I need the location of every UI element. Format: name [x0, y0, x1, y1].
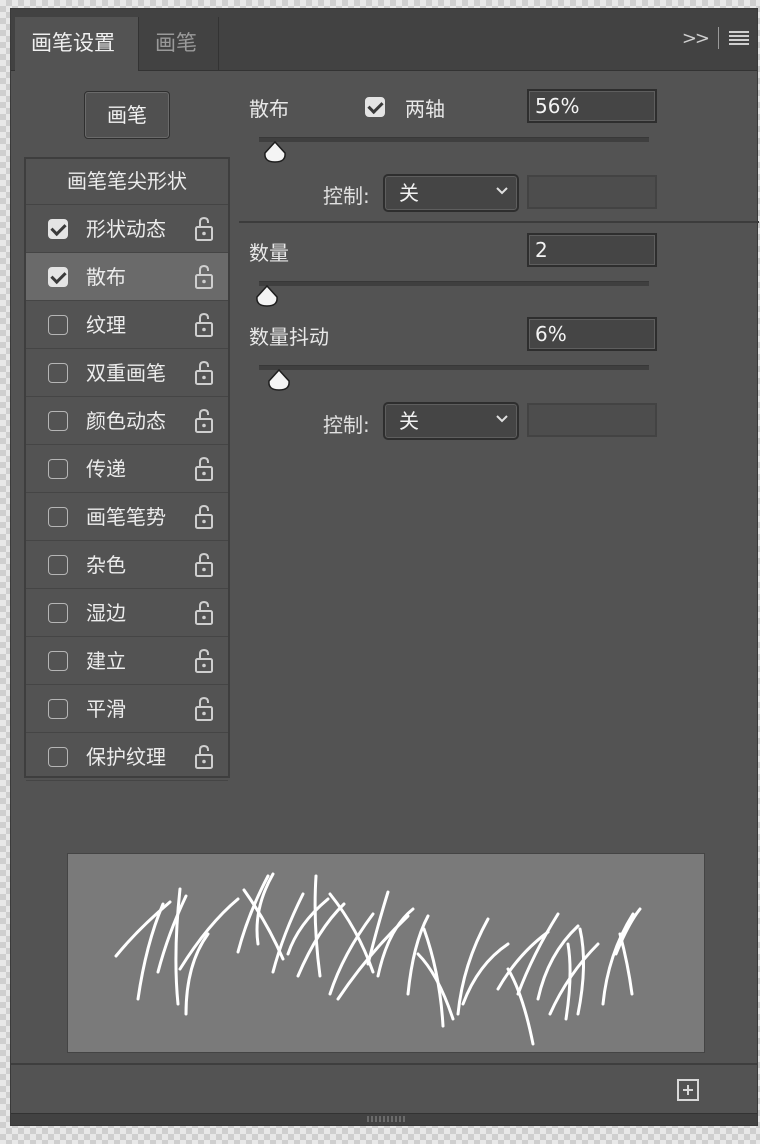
- unlock-icon[interactable]: [194, 504, 214, 530]
- both-axes-label: 两轴: [405, 97, 445, 121]
- item-label: 保护纹理: [86, 745, 166, 769]
- unlock-icon[interactable]: [194, 552, 214, 578]
- unlock-icon[interactable]: [194, 408, 214, 434]
- unlock-icon[interactable]: [194, 744, 214, 770]
- count-slider-thumb[interactable]: [255, 285, 279, 307]
- separator: [718, 27, 719, 49]
- collapse-panel-icon[interactable]: >>: [682, 28, 710, 49]
- item-checkbox[interactable]: [48, 459, 68, 479]
- item-checkbox[interactable]: [48, 747, 68, 767]
- list-item[interactable]: 平滑: [26, 685, 228, 733]
- item-checkbox[interactable]: [48, 411, 68, 431]
- scatter-control-dropdown[interactable]: 关: [383, 174, 519, 212]
- scatter-control-label: 控制:: [323, 184, 370, 208]
- scatter-value-field[interactable]: 56%: [527, 89, 657, 123]
- item-checkbox[interactable]: [48, 315, 68, 335]
- tab-brushes[interactable]: 画笔: [139, 17, 219, 71]
- list-item[interactable]: 双重画笔: [26, 349, 228, 397]
- item-label: 平滑: [86, 697, 126, 721]
- unlock-icon[interactable]: [194, 648, 214, 674]
- count-value-field[interactable]: 2: [527, 233, 657, 267]
- brush-options-list: 画笔笔尖形状 形状动态散布纹理双重画笔颜色动态传递画笔笔势杂色湿边建立平滑保护纹…: [24, 157, 230, 781]
- scatter-control-field: [527, 175, 657, 209]
- brush-tip-shape-item[interactable]: 画笔笔尖形状: [26, 159, 228, 205]
- item-label: 传递: [86, 457, 126, 481]
- count-label: 数量: [249, 241, 289, 265]
- unlock-icon[interactable]: [194, 312, 214, 338]
- resize-grip-icon[interactable]: [367, 1116, 407, 1122]
- item-label: 纹理: [86, 313, 126, 337]
- count-jitter-control-dropdown[interactable]: 关: [383, 402, 519, 440]
- unlock-icon[interactable]: [194, 600, 214, 626]
- panel-footer: [11, 1063, 757, 1115]
- unlock-icon[interactable]: [194, 360, 214, 386]
- list-item[interactable]: 形状动态: [26, 205, 228, 253]
- unlock-icon[interactable]: [194, 264, 214, 290]
- scatter-slider-thumb[interactable]: [263, 141, 287, 163]
- count-jitter-control-value: 关: [399, 409, 419, 433]
- item-label: 湿边: [86, 601, 126, 625]
- item-checkbox[interactable]: [48, 651, 68, 671]
- tab-brush-settings[interactable]: 画笔设置: [15, 17, 139, 71]
- resize-strip[interactable]: [11, 1113, 757, 1125]
- list-item[interactable]: 杂色: [26, 541, 228, 589]
- brush-stroke-preview: [67, 853, 705, 1053]
- item-checkbox[interactable]: [48, 603, 68, 623]
- count-jitter-value-field[interactable]: 6%: [527, 317, 657, 351]
- item-label: 建立: [86, 649, 126, 673]
- item-label: 形状动态: [86, 217, 166, 241]
- panel-actions: >>: [682, 27, 749, 49]
- item-checkbox[interactable]: [48, 507, 68, 527]
- unlock-icon[interactable]: [194, 456, 214, 482]
- item-label: 散布: [86, 265, 126, 289]
- list-item[interactable]: 建立: [26, 637, 228, 685]
- count-jitter-control-label: 控制:: [323, 413, 370, 437]
- list-item[interactable]: 颜色动态: [26, 397, 228, 445]
- item-checkbox[interactable]: [48, 219, 68, 239]
- both-axes-checkbox[interactable]: [365, 97, 385, 117]
- brush-settings-panel: 画笔设置 画笔 >> 画笔 画笔笔尖形状 形状动态 散布 纹理 双重画笔 颜色动态 传递画…: [10, 8, 759, 1126]
- item-label: 杂色: [86, 553, 126, 577]
- item-checkbox[interactable]: [48, 555, 68, 575]
- count-jitter-slider-track[interactable]: [259, 365, 649, 370]
- item-label: 画笔笔势: [86, 505, 166, 529]
- list-item[interactable]: 画笔笔势: [26, 493, 228, 541]
- item-label: 颜色动态: [86, 409, 166, 433]
- chevron-down-icon: [496, 415, 508, 423]
- tab-bar: 画笔设置 画笔 >>: [11, 9, 757, 71]
- unlock-icon[interactable]: [194, 216, 214, 242]
- item-checkbox[interactable]: [48, 699, 68, 719]
- chevron-down-icon: [496, 187, 508, 195]
- list-item[interactable]: 纹理: [26, 301, 228, 349]
- section-divider: [239, 221, 759, 223]
- list-item[interactable]: 湿边: [26, 589, 228, 637]
- count-jitter-slider-thumb[interactable]: [267, 369, 291, 391]
- list-item[interactable]: 传递: [26, 445, 228, 493]
- unlock-icon[interactable]: [194, 696, 214, 722]
- list-item[interactable]: 散布: [26, 253, 228, 301]
- scatter-label: 散布: [249, 97, 289, 121]
- scatter-slider-track[interactable]: [259, 137, 649, 142]
- count-jitter-label: 数量抖动: [249, 325, 329, 349]
- panel-menu-icon[interactable]: [729, 31, 749, 45]
- create-new-brush-icon[interactable]: [677, 1079, 699, 1101]
- item-label: 双重画笔: [86, 361, 166, 385]
- item-checkbox[interactable]: [48, 363, 68, 383]
- scatter-control-value: 关: [399, 181, 419, 205]
- grass-strokes-image: [114, 872, 642, 1046]
- count-jitter-control-field: [527, 403, 657, 437]
- list-item[interactable]: 保护纹理: [26, 733, 228, 781]
- count-slider-track[interactable]: [259, 281, 649, 286]
- item-checkbox[interactable]: [48, 267, 68, 287]
- brushes-button[interactable]: 画笔: [84, 91, 170, 139]
